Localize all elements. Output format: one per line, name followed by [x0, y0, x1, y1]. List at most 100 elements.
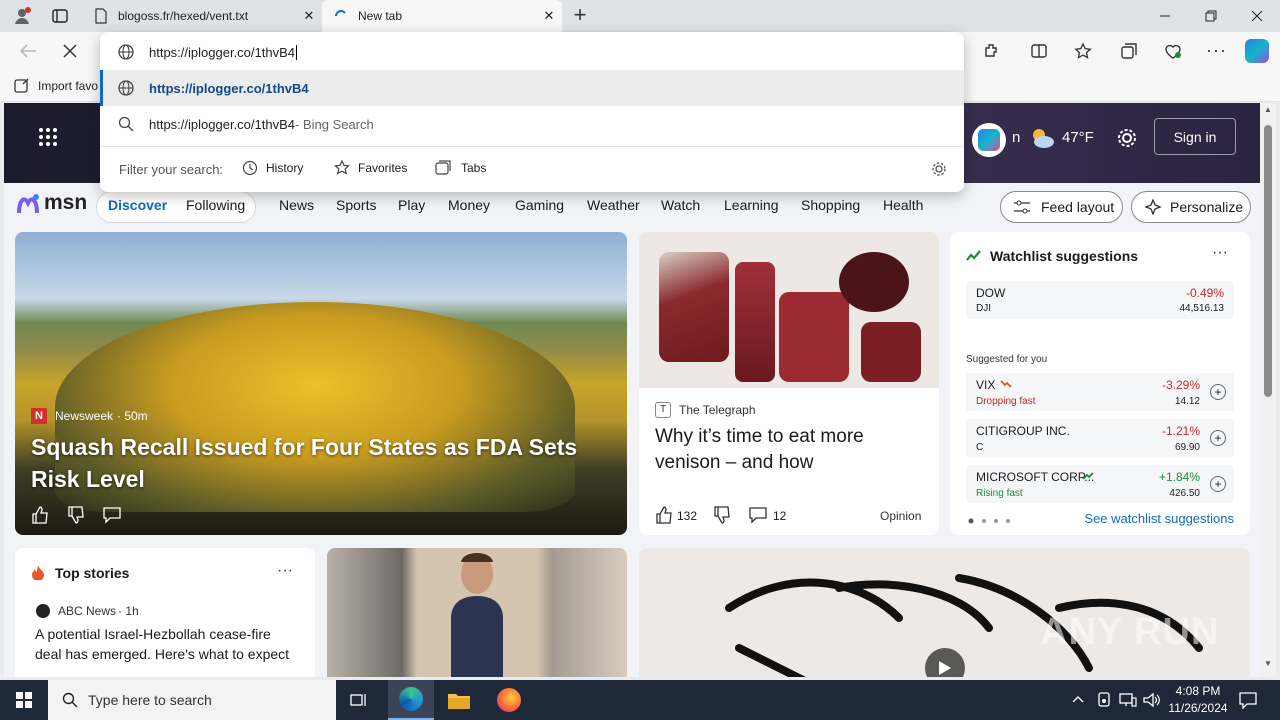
personalize-button[interactable]: Personalize: [1131, 191, 1251, 223]
story-source[interactable]: ABC News: [58, 604, 116, 618]
search-settings-gear-icon[interactable]: [931, 161, 947, 177]
weather-temperature[interactable]: 47°F: [1062, 129, 1094, 146]
lead-headline[interactable]: Squash Recall Issued for Four States as …: [31, 431, 621, 495]
story-headline[interactable]: A potential Israel-Hezbollah cease-fire …: [35, 624, 301, 664]
tab-weather[interactable]: Weather: [587, 197, 640, 213]
tab-title: New tab: [358, 9, 403, 23]
start-button[interactable]: [0, 680, 48, 720]
suggestion-url[interactable]: https://iplogger.co/1thvB4: [100, 70, 964, 106]
carousel-dots[interactable]: [968, 518, 1014, 524]
add-stock-button[interactable]: +: [1210, 430, 1226, 446]
apps-launcher-icon[interactable]: [38, 127, 58, 147]
page-icon: [95, 8, 107, 24]
top-stories-card: Top stories ··· ABC News · 1h A potentia…: [15, 548, 315, 677]
profile-icon[interactable]: [12, 6, 32, 26]
import-favorites-link[interactable]: Import favo: [38, 79, 98, 93]
add-stock-button[interactable]: +: [1210, 384, 1226, 400]
extensions-icon[interactable]: [982, 42, 1000, 60]
top-stories-more-icon[interactable]: ···: [277, 562, 293, 580]
notifications-icon[interactable]: [1239, 691, 1257, 709]
dislike-icon[interactable]: [67, 506, 85, 524]
fashion-story-card[interactable]: [327, 548, 627, 677]
tab-news[interactable]: News: [279, 197, 314, 213]
minimize-button[interactable]: [1142, 0, 1188, 32]
address-input[interactable]: https://iplogger.co/1thvB4: [149, 44, 297, 60]
settings-gear-icon[interactable]: [1116, 127, 1138, 149]
msn-logo[interactable]: msn: [44, 191, 87, 215]
taskbar-search-box[interactable]: Type here to search: [48, 680, 336, 720]
tab-vent-txt[interactable]: blogoss.fr/hexed/vent.txt ✕: [84, 0, 322, 32]
tab-following[interactable]: Following: [186, 197, 245, 213]
tab-gaming[interactable]: Gaming: [515, 197, 564, 213]
like-icon[interactable]: [31, 506, 49, 524]
file-explorer-icon[interactable]: [447, 690, 471, 710]
clock-date[interactable]: 11/26/2024: [1163, 701, 1233, 715]
filter-tabs[interactable]: Tabs: [435, 160, 486, 176]
show-hidden-icons[interactable]: [1071, 692, 1085, 706]
firefox-icon[interactable]: [497, 688, 521, 712]
page-scrollbar[interactable]: ▲ ▼: [1260, 103, 1276, 677]
back-button[interactable]: [18, 42, 38, 60]
copilot-badge-icon[interactable]: [972, 123, 1006, 157]
new-tab-button[interactable]: +: [568, 4, 592, 28]
address-input-row[interactable]: https://iplogger.co/1thvB4: [100, 34, 964, 70]
filter-favorites[interactable]: Favorites: [334, 160, 407, 176]
scroll-thumb[interactable]: [1264, 125, 1272, 397]
comment-icon[interactable]: [749, 506, 767, 524]
watchlist-item-vix[interactable]: VIX Dropping fast -3.29% 14.12 +: [966, 373, 1234, 411]
browser-essentials-icon[interactable]: [1163, 42, 1183, 60]
venison-story-card[interactable]: T The Telegraph Why it’s time to eat mor…: [639, 232, 939, 535]
favorites-icon[interactable]: [1074, 42, 1092, 60]
comment-icon[interactable]: [103, 506, 121, 524]
tab-discover[interactable]: Discover: [108, 197, 167, 213]
stop-loading-button[interactable]: [62, 43, 78, 59]
tab-new-tab[interactable]: New tab ✕: [322, 0, 562, 32]
close-tab-icon[interactable]: ✕: [296, 8, 322, 24]
tab-learning[interactable]: Learning: [724, 197, 779, 213]
split-screen-icon[interactable]: [1030, 42, 1048, 60]
watchlist-item-citigroup[interactable]: CITIGROUP INC. C -1.21% 69.90 +: [966, 419, 1234, 457]
top-stories-title[interactable]: Top stories: [55, 565, 129, 581]
sign-in-button[interactable]: Sign in: [1154, 118, 1236, 155]
tab-money[interactable]: Money: [448, 197, 490, 213]
lead-story-card[interactable]: N Newsweek · 50m Squash Recall Issued fo…: [15, 232, 627, 535]
tab-sports[interactable]: Sports: [336, 197, 376, 213]
second-source[interactable]: The Telegraph: [679, 403, 756, 417]
settings-more-icon[interactable]: ···: [1206, 40, 1227, 61]
see-watchlist-link[interactable]: See watchlist suggestions: [1084, 511, 1234, 526]
windows-taskbar: Type here to search 4:08 PM 11/26/2024: [0, 680, 1280, 720]
scroll-up-icon[interactable]: ▲: [1264, 105, 1272, 114]
volume-icon[interactable]: [1143, 692, 1161, 708]
watchlist-item-microsoft[interactable]: MICROSOFT CORP... Rising fast +1.84% 426…: [966, 465, 1234, 503]
tab-watch[interactable]: Watch: [661, 197, 700, 213]
close-tab-icon[interactable]: ✕: [536, 8, 562, 24]
watchlist-item-dow[interactable]: DOW DJI -0.49% 44,516.13: [966, 281, 1234, 319]
lead-source[interactable]: Newsweek: [55, 409, 113, 423]
close-window-button[interactable]: [1234, 0, 1280, 32]
network-icon[interactable]: [1119, 692, 1137, 708]
stock-price: 14.12: [1174, 396, 1200, 407]
tab-health[interactable]: Health: [883, 197, 923, 213]
scroll-down-icon[interactable]: ▼: [1264, 659, 1272, 668]
clock-time[interactable]: 4:08 PM: [1173, 684, 1223, 698]
tab-shopping[interactable]: Shopping: [801, 197, 860, 213]
weather-icon[interactable]: [1028, 125, 1056, 151]
watchlist-more-icon[interactable]: ···: [1212, 244, 1228, 262]
feed-layout-button[interactable]: Feed layout: [1000, 191, 1123, 223]
dislike-icon[interactable]: [713, 506, 731, 524]
tray-device-icon[interactable]: [1097, 692, 1111, 708]
collections-icon[interactable]: [1120, 42, 1138, 60]
second-headline[interactable]: Why it’s time to eat more venison – and …: [655, 424, 925, 476]
stock-price: 426.50: [1169, 488, 1200, 499]
like-icon[interactable]: [655, 506, 673, 524]
filter-history[interactable]: History: [242, 160, 303, 176]
tab-play[interactable]: Play: [398, 197, 425, 213]
task-view-icon[interactable]: [350, 692, 368, 708]
watchlist-title[interactable]: Watchlist suggestions: [990, 248, 1138, 264]
edge-taskbar-icon[interactable]: [388, 680, 434, 720]
restore-button[interactable]: [1188, 0, 1234, 32]
tab-actions-icon[interactable]: [52, 8, 68, 24]
add-stock-button[interactable]: +: [1210, 476, 1226, 492]
copilot-icon[interactable]: [1245, 39, 1269, 63]
suggestion-search[interactable]: https://iplogger.co/1thvB4 - Bing Search: [100, 106, 964, 142]
